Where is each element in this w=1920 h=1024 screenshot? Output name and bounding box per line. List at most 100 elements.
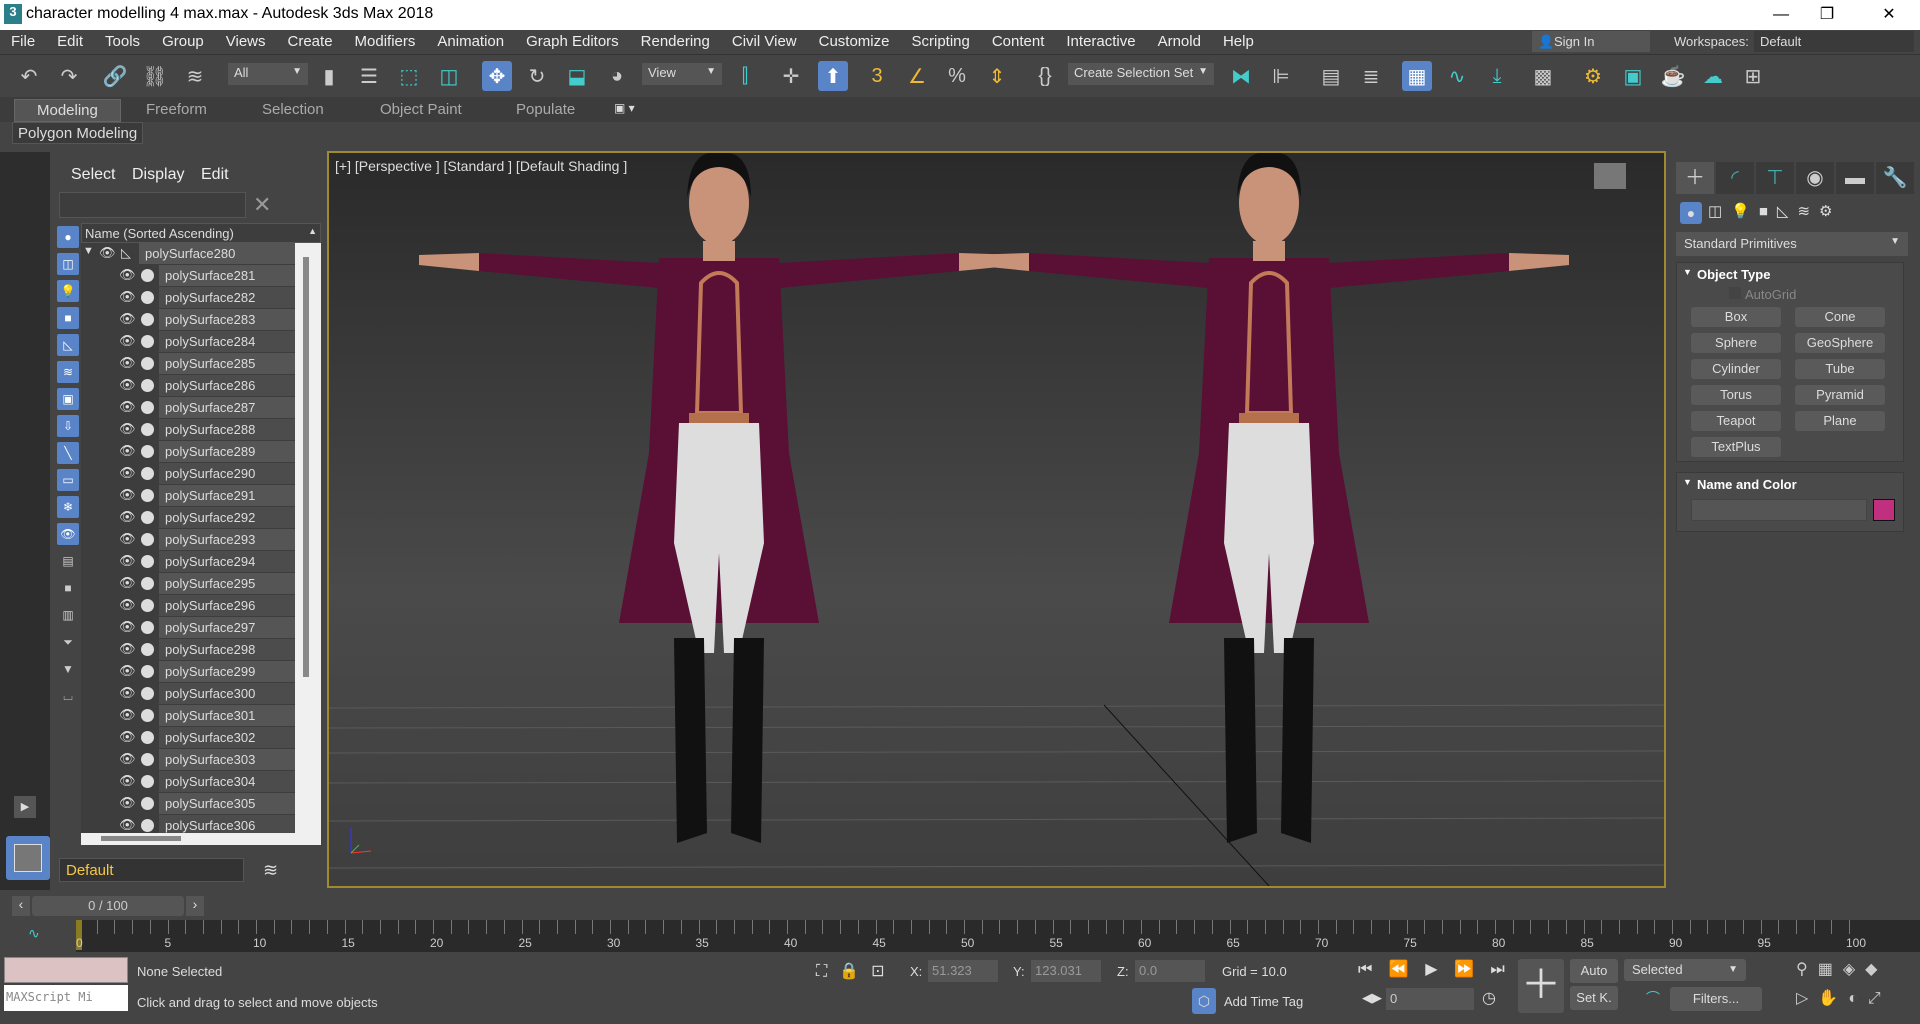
perspective-viewport[interactable]: [+] [Perspective ] [Standard ] [Default … (327, 151, 1666, 888)
create-geosphere-button[interactable]: GeoSphere (1795, 333, 1885, 353)
list-item[interactable]: 👁 polySurface299 (81, 661, 295, 683)
geometry-category-icon[interactable]: ● (1680, 202, 1702, 224)
snaps-toggle-icon[interactable]: 3 (862, 61, 892, 91)
time-slider[interactable]: 0 / 100 (32, 896, 184, 916)
minimize-button[interactable]: — (1758, 2, 1804, 28)
y-coordinate-field[interactable]: 123.031 (1031, 960, 1101, 982)
display-all-icon[interactable]: ▤ (57, 550, 79, 572)
visibility-eye-icon[interactable]: 👁 (119, 531, 136, 547)
layer-explorer-icon[interactable]: ≣ (1356, 61, 1386, 91)
render-setup-icon[interactable]: ⚙ (1578, 61, 1608, 91)
create-box-button[interactable]: Box (1691, 307, 1781, 327)
ribbon-panel-polygon-modeling[interactable]: Polygon Modeling (12, 122, 144, 144)
object-name-input[interactable] (1691, 499, 1867, 521)
spinner-snap-icon[interactable]: ⇕ (982, 61, 1012, 91)
curve-editor-icon[interactable]: ∿ (1442, 61, 1472, 91)
viewport-layout-tab[interactable] (6, 836, 50, 880)
maximize-button[interactable]: ❐ (1804, 2, 1850, 28)
select-and-move-icon[interactable]: ✥ (482, 61, 512, 91)
menu-rendering[interactable]: Rendering (630, 30, 721, 54)
scene-explorer-toggle-icon[interactable]: ▤ (1316, 61, 1346, 91)
visibility-eye-icon[interactable]: 👁 (119, 773, 136, 789)
visibility-eye-icon[interactable]: 👁 (119, 751, 136, 767)
ribbon-toggle-icon[interactable]: ▦ (1402, 61, 1432, 91)
create-cone-button[interactable]: Cone (1795, 307, 1885, 327)
visibility-eye-icon[interactable]: 👁 (119, 421, 136, 437)
undo-icon[interactable]: ↶ (14, 61, 44, 91)
visibility-eye-icon[interactable]: 👁 (119, 575, 136, 591)
list-item[interactable]: 👁 polySurface295 (81, 573, 295, 595)
bones-filter-icon[interactable]: ╲ (57, 442, 79, 464)
add-time-tag[interactable]: Add Time Tag (1224, 994, 1303, 1009)
menu-help[interactable]: Help (1212, 30, 1265, 54)
a360-gallery-icon[interactable]: ⊞ (1738, 61, 1768, 91)
visibility-eye-icon[interactable]: 👁 (119, 817, 136, 833)
track-bar[interactable]: 0 5 10 15 20 25 30 35 40 45 50 55 60 65 70 75 80 85 90 95 10… (76, 920, 1920, 952)
list-item[interactable]: 👁 polySurface281 (81, 265, 295, 287)
geometry-filter-icon[interactable]: ● (57, 226, 79, 248)
sign-in-dropdown[interactable]: 👤 Sign In (1532, 31, 1650, 52)
visibility-eye-icon[interactable]: 👁 (119, 641, 136, 657)
explorer-menu-display[interactable]: Display (132, 166, 184, 184)
select-manipulate-icon[interactable]: ✛ (776, 61, 806, 91)
close-button[interactable]: ✕ (1866, 2, 1912, 28)
list-item[interactable]: 👁 polySurface290 (81, 463, 295, 485)
rendered-frame-window-icon[interactable]: ▣ (1618, 61, 1648, 91)
utilities-tab-icon[interactable]: 🔧 (1876, 162, 1914, 194)
xrefs-filter-icon[interactable]: ⇩ (57, 415, 79, 437)
clear-search-icon[interactable]: ✕ (253, 192, 271, 218)
menu-edit[interactable]: Edit (46, 30, 94, 54)
list-item[interactable]: 👁 polySurface283 (81, 309, 295, 331)
viewport-navigation-icons-top[interactable]: ⚲▦◈◆ (1796, 959, 1887, 979)
frozen-filter-icon[interactable]: ❄ (57, 496, 79, 518)
helpers-filter-icon[interactable]: ◺ (57, 334, 79, 356)
list-item[interactable]: 👁 polySurface285 (81, 353, 295, 375)
visibility-eye-icon[interactable]: 👁 (119, 663, 136, 679)
align-icon[interactable]: ⊫ (1266, 61, 1296, 91)
viewcube-icon[interactable] (1594, 163, 1626, 189)
visibility-eye-icon[interactable]: 👁 (119, 509, 136, 525)
create-textplus-button[interactable]: TextPlus (1691, 437, 1781, 457)
explorer-menu-select[interactable]: Select (71, 166, 115, 184)
list-item[interactable]: 👁 polySurface289 (81, 441, 295, 463)
visibility-eye-icon[interactable]: 👁 (119, 553, 136, 569)
key-tangent-icon[interactable]: ⌒ (1646, 988, 1660, 1008)
unlink-icon[interactable]: ⛓ (140, 61, 170, 91)
key-filters-button[interactable]: Filters... (1670, 987, 1762, 1011)
list-item[interactable]: 👁 polySurface306 (81, 815, 295, 833)
object-color-swatch[interactable] (1873, 499, 1895, 521)
containers-filter-icon[interactable]: ▭ (57, 469, 79, 491)
create-tab-icon[interactable]: ＋ (1676, 162, 1714, 194)
auto-key-button[interactable]: Auto (1570, 959, 1618, 983)
pivot-center-icon[interactable]: ⫿ (730, 61, 760, 91)
select-by-name-icon[interactable]: ☰ (354, 61, 384, 91)
workspace-dropdown[interactable]: Default (1754, 31, 1914, 52)
category-icons[interactable]: ◫💡■◺≋⚙ (1708, 202, 1841, 220)
visibility-eye-icon[interactable]: 👁 (119, 707, 136, 723)
menu-graph-editors[interactable]: Graph Editors (515, 30, 630, 54)
list-item[interactable]: 👁 polySurface292 (81, 507, 295, 529)
select-and-place-icon[interactable]: ◕ (602, 61, 632, 91)
hierarchy-tab-icon[interactable]: ⊤ (1756, 162, 1794, 194)
visibility-eye-icon[interactable]: 👁 (119, 685, 136, 701)
groups-filter-icon[interactable]: ▣ (57, 388, 79, 410)
filter-icon[interactable]: ⏷ (57, 631, 79, 653)
list-item[interactable]: 👁 polySurface282 (81, 287, 295, 309)
visibility-eye-icon[interactable]: 👁 (119, 289, 136, 305)
list-item[interactable]: 👁 polySurface305 (81, 793, 295, 815)
shapes-filter-icon[interactable]: ◫ (57, 253, 79, 275)
object-type-header[interactable]: ▼ Object Type (1677, 263, 1903, 282)
list-item[interactable]: 👁 polySurface297 (81, 617, 295, 639)
menu-customize[interactable]: Customize (808, 30, 901, 54)
selection-filter-dropdown[interactable]: All (228, 63, 308, 85)
visibility-eye-icon[interactable]: 👁 (119, 597, 136, 613)
create-cylinder-button[interactable]: Cylinder (1691, 359, 1781, 379)
prev-frame-button[interactable]: ‹ (12, 896, 30, 916)
list-item[interactable]: 👁 polySurface304 (81, 771, 295, 793)
primitive-type-dropdown[interactable]: Standard Primitives ▼ (1676, 232, 1908, 256)
autogrid-checkbox[interactable]: AutoGrid (1729, 287, 1796, 302)
isolate-lock-icons[interactable]: ⛶🔒⊡ (816, 961, 897, 981)
menu-interactive[interactable]: Interactive (1055, 30, 1146, 54)
playback-controls[interactable]: ⏮ ⏪ ▶ ⏩ ⏭ (1358, 959, 1511, 979)
ribbon-options-icon[interactable]: ▣ ▾ (614, 99, 635, 122)
